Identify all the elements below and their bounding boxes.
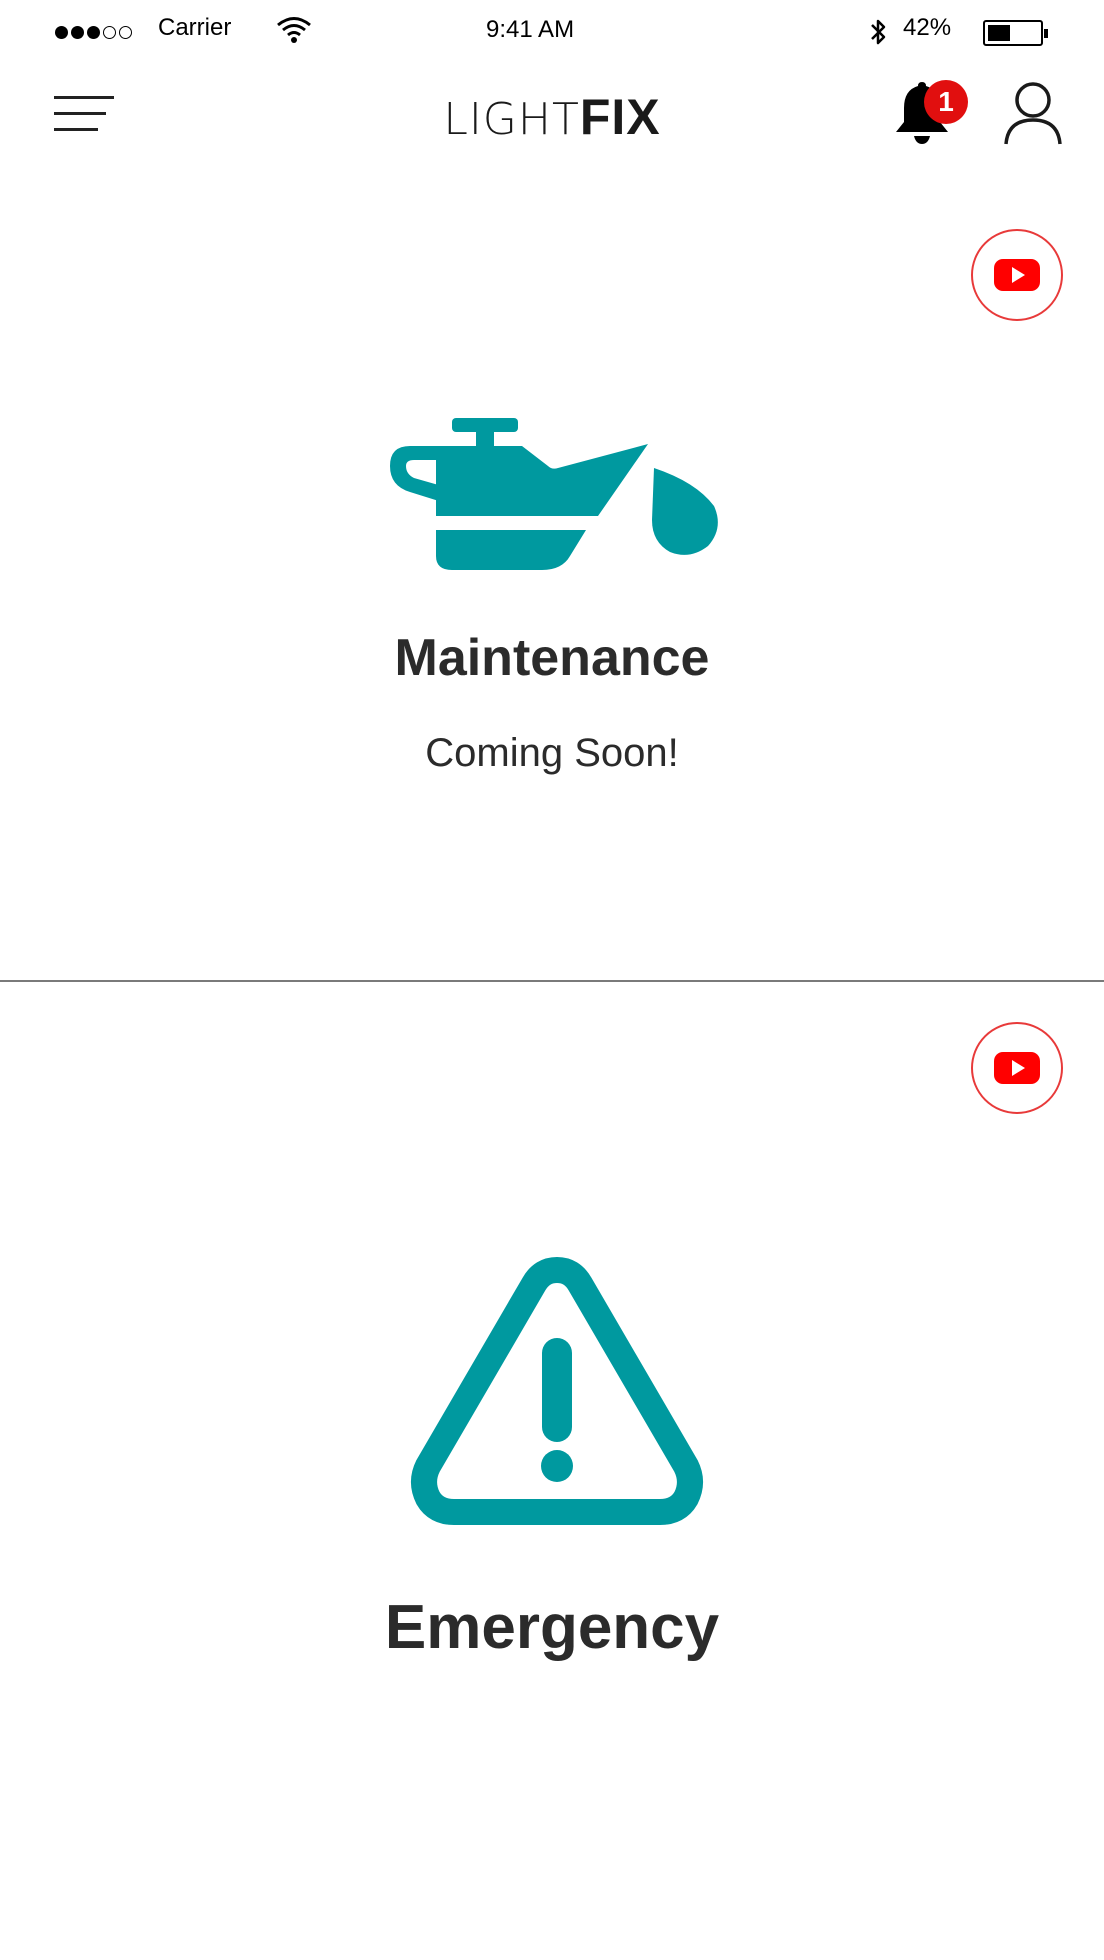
maintenance-subtitle: Coming Soon!: [425, 731, 679, 775]
youtube-play-icon: [994, 1052, 1040, 1084]
wifi-icon: [276, 16, 312, 49]
emergency-card[interactable]: Emergency: [0, 982, 1104, 1960]
battery-percentage: 42%: [903, 14, 952, 41]
maintenance-video-button[interactable]: [971, 229, 1063, 321]
clock: 9:41 AM: [486, 16, 575, 43]
maintenance-title: Maintenance: [394, 629, 710, 687]
emergency-video-button[interactable]: [971, 1022, 1063, 1114]
maintenance-card[interactable]: Maintenance Coming Soon!: [0, 162, 1104, 980]
app-header: LIGHTFIX 1: [0, 62, 1104, 162]
status-bar: Carrier 9:41 AM 42%: [0, 0, 1104, 62]
logo-text-bold: FIX: [579, 89, 661, 145]
profile-button[interactable]: [1002, 80, 1064, 150]
battery-level-fill: [988, 25, 1010, 41]
battery-icon: [983, 20, 1048, 46]
emergency-title: Emergency: [384, 1593, 720, 1662]
signal-strength-icon: [55, 26, 132, 39]
carrier-name: Carrier: [158, 14, 232, 41]
bluetooth-icon: [866, 16, 890, 53]
user-icon: [1004, 82, 1062, 145]
youtube-play-icon: [994, 259, 1040, 291]
logo-text-light: LIGHT: [443, 94, 580, 145]
warning-triangle-icon: [408, 1254, 706, 1535]
oil-can-icon: [390, 416, 720, 581]
notification-badge: 1: [924, 80, 968, 124]
